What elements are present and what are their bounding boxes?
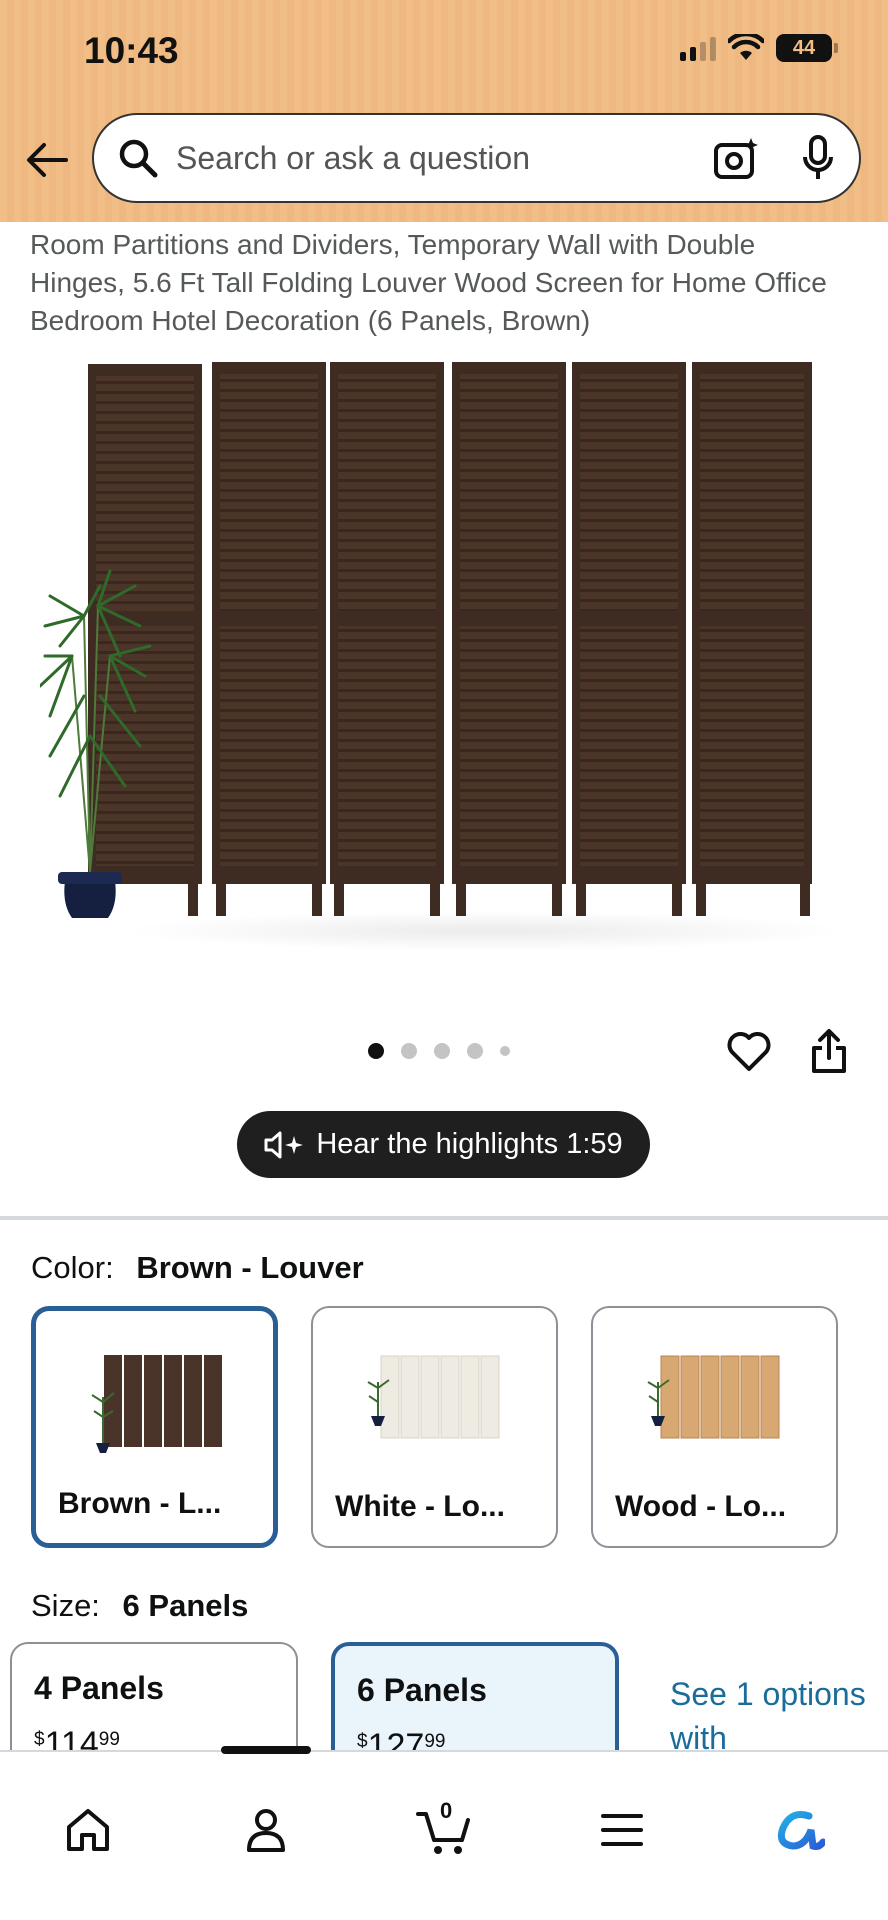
color-option-white[interactable]: White - Lo... <box>311 1306 558 1548</box>
color-selection-label: Color: Brown - Louver <box>31 1250 364 1286</box>
white-divider-thumbnail <box>367 1355 500 1439</box>
size-selected-value: 6 Panels <box>122 1588 249 1623</box>
color-label: Color: <box>31 1250 114 1285</box>
divider-panels <box>88 362 812 916</box>
battery-level: 44 <box>792 36 816 59</box>
bottom-navigation: 0 <box>0 1746 888 1920</box>
cellular-signal-icon <box>680 35 716 61</box>
price-cents: 99 <box>424 1731 446 1752</box>
wishlist-button[interactable] <box>726 1030 772 1077</box>
search-icon <box>119 139 158 178</box>
profile-icon <box>247 1809 285 1852</box>
wifi-icon <box>728 34 764 60</box>
color-selected-value: Brown - Louver <box>136 1250 364 1285</box>
cart-count: 0 <box>440 1798 453 1823</box>
search-bar[interactable]: Search or ask a question <box>92 113 861 203</box>
nav-menu[interactable] <box>592 1800 652 1860</box>
nav-rufus-assistant[interactable] <box>770 1800 830 1860</box>
color-option-label: White - Lo... <box>335 1490 505 1523</box>
brown-divider-thumbnail <box>91 1355 222 1453</box>
color-option-label: Brown - L... <box>58 1487 222 1520</box>
carousel-dot[interactable] <box>467 1043 483 1059</box>
speaker-sparkle-icon <box>264 1131 304 1158</box>
microphone-icon[interactable] <box>801 135 835 181</box>
hear-highlights-button[interactable]: Hear the highlights 1:59 <box>237 1111 650 1178</box>
product-image[interactable] <box>38 356 850 956</box>
color-option-wood[interactable]: Wood - Lo... <box>591 1306 838 1548</box>
nav-profile[interactable] <box>236 1800 296 1860</box>
rufus-assistant-icon <box>777 1811 825 1850</box>
status-icons: 44 <box>680 34 838 62</box>
see-more-options-link[interactable]: See 1 options with <box>670 1672 870 1760</box>
section-divider <box>0 1216 888 1220</box>
camera-search-icon[interactable] <box>713 136 759 180</box>
nav-cart[interactable]: 0 <box>414 1798 474 1860</box>
color-option-label: Wood - Lo... <box>615 1490 787 1523</box>
share-icon <box>812 1029 846 1073</box>
image-carousel-indicator[interactable] <box>368 1043 510 1059</box>
status-time: 10:43 <box>84 30 179 71</box>
back-arrow-icon <box>27 143 68 177</box>
carousel-dot[interactable] <box>368 1043 384 1059</box>
nav-home[interactable] <box>58 1800 118 1860</box>
price-symbol: $ <box>357 1731 368 1752</box>
heart-icon <box>727 1032 771 1071</box>
carousel-dot[interactable] <box>401 1043 417 1059</box>
size-selection-label: Size: 6 Panels <box>31 1588 248 1624</box>
size-option-name: 6 Panels <box>357 1672 487 1708</box>
wood-divider-thumbnail <box>647 1355 780 1439</box>
hamburger-menu-icon <box>601 1814 643 1846</box>
size-option-name: 4 Panels <box>34 1670 164 1706</box>
home-icon <box>67 1809 109 1851</box>
battery-icon: 44 <box>776 34 838 62</box>
search-input[interactable]: Search or ask a question <box>176 140 713 177</box>
product-shadow <box>120 911 850 951</box>
price-cents: 99 <box>98 1729 120 1750</box>
header-bar: 10:43 44 Search or ask a question <box>0 0 888 222</box>
color-option-brown[interactable]: Brown - L... <box>31 1306 278 1548</box>
back-button[interactable] <box>22 135 72 185</box>
active-tab-indicator <box>221 1746 311 1754</box>
size-label: Size: <box>31 1588 100 1623</box>
carousel-dot[interactable] <box>434 1043 450 1059</box>
carousel-dot[interactable] <box>500 1046 510 1056</box>
price-symbol: $ <box>34 1729 45 1750</box>
share-button[interactable] <box>810 1028 848 1079</box>
product-title[interactable]: Room Partitions and Dividers, Temporary … <box>30 226 830 340</box>
room-divider-image <box>38 362 812 918</box>
hear-highlights-label: Hear the highlights 1:59 <box>316 1128 623 1160</box>
